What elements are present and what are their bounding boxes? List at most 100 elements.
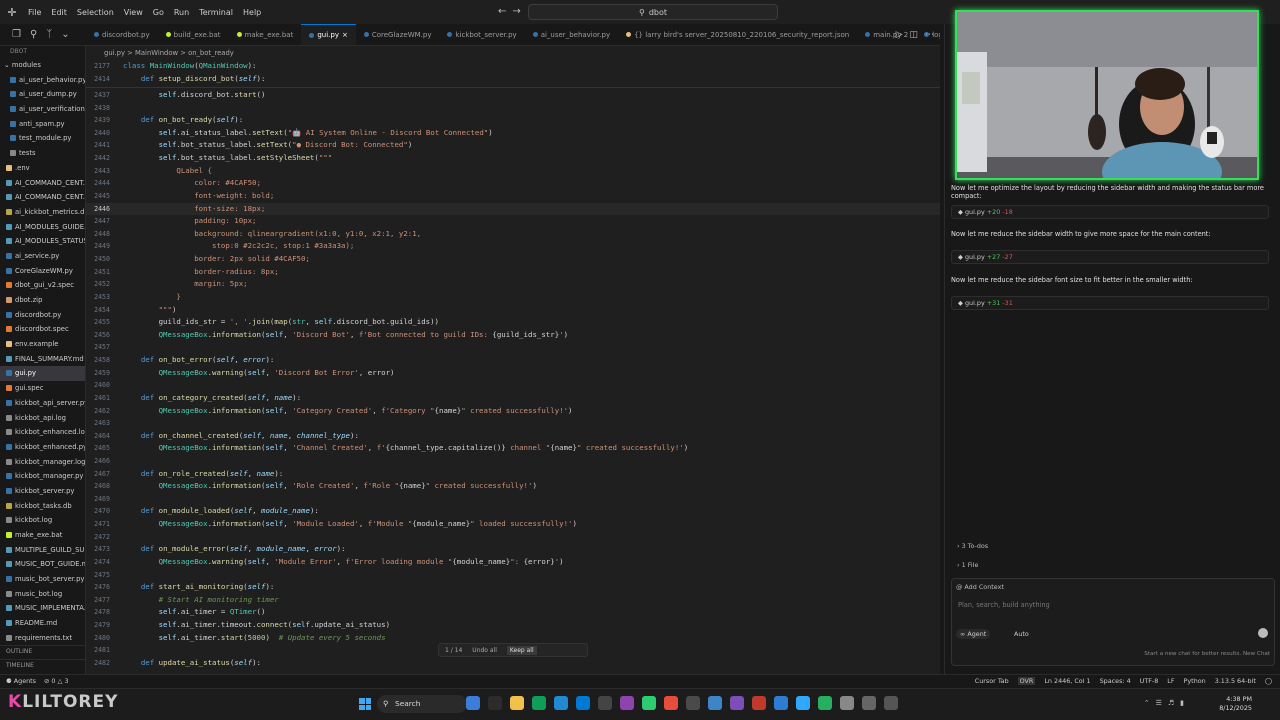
eol-setting[interactable]: LF: [1167, 677, 1174, 685]
code-line[interactable]: 2475: [86, 569, 940, 582]
edited-file-chip[interactable]: ◆ gui.py +27 -27: [951, 250, 1269, 264]
command-search-box[interactable]: ⚲ dbot: [528, 4, 778, 20]
folder-modules[interactable]: ⌄ modules: [0, 58, 85, 73]
taskbar-app-icon[interactable]: [818, 696, 832, 710]
taskbar-app-icon[interactable]: [488, 696, 502, 710]
editor-tab[interactable]: make_exe.bat: [229, 24, 302, 45]
code-line[interactable]: 2446 font-size: 18px;: [86, 202, 940, 216]
taskbar-app-icon[interactable]: [730, 696, 744, 710]
taskbar-app-icon[interactable]: [576, 696, 590, 710]
code-line[interactable]: 2459 QMessageBox.warning(self, 'Discord …: [86, 367, 940, 380]
code-line[interactable]: 2476 def start_ai_monitoring(self):: [86, 581, 940, 594]
code-line[interactable]: 2439 def on_bot_ready(self):: [86, 114, 940, 127]
editor-tab[interactable]: {} larry bird's server_20250810_220106_s…: [618, 24, 857, 45]
menu-item-help[interactable]: Help: [238, 8, 266, 17]
file-item[interactable]: dbot_gui_v2.spec: [0, 278, 85, 293]
volume-icon[interactable]: ♬: [1168, 699, 1174, 707]
overwrite-mode-indicator[interactable]: OVR: [1017, 677, 1036, 685]
files-toggle[interactable]: › 1 File: [951, 559, 1269, 571]
indentation-setting[interactable]: Spaces: 4: [1100, 677, 1131, 685]
language-mode[interactable]: Python: [1184, 677, 1206, 685]
timeline-section[interactable]: TIMELINE: [0, 659, 85, 671]
code-line[interactable]: 2473 def on_module_error(self, module_na…: [86, 543, 940, 556]
code-line[interactable]: 2449 stop:0 #2c2c2c, stop:1 #3a3a3a);: [86, 240, 940, 253]
code-line[interactable]: 2462 QMessageBox.information(self, 'Cate…: [86, 405, 940, 418]
add-context-button[interactable]: @ Add Context: [956, 583, 1004, 591]
taskbar-app-icon[interactable]: [598, 696, 612, 710]
code-line[interactable]: 2470 def on_module_loaded(self, module_n…: [86, 505, 940, 518]
code-line[interactable]: 2471 QMessageBox.information(self, 'Modu…: [86, 518, 940, 531]
file-item[interactable]: FINAL_SUMMARY.md: [0, 352, 85, 367]
file-item[interactable]: MULTIPLE_GUILD_SU...: [0, 543, 85, 558]
menu-item-view[interactable]: View: [119, 8, 148, 17]
system-clock[interactable]: 4:38 PM 8/12/2025: [1219, 695, 1252, 713]
file-item[interactable]: dbot.zip: [0, 293, 85, 308]
editor-tab[interactable]: ai_user_behavior.py: [525, 24, 618, 45]
keep-all-button[interactable]: Keep all: [506, 645, 537, 655]
outline-section[interactable]: OUTLINE: [0, 645, 85, 657]
file-item[interactable]: kickbot_api.log: [0, 411, 85, 426]
menu-item-edit[interactable]: Edit: [46, 8, 72, 17]
code-line[interactable]: 2444 color: #4CAF50;: [86, 177, 940, 190]
taskbar-app-icon[interactable]: [840, 696, 854, 710]
file-item[interactable]: AI_MODULES_GUIDE...: [0, 220, 85, 235]
taskbar-app-icon[interactable]: [532, 696, 546, 710]
source-control-icon[interactable]: ᛉ: [46, 29, 52, 40]
files-icon[interactable]: ❐: [12, 29, 21, 40]
taskbar-search[interactable]: ⚲ Search: [377, 695, 467, 713]
edited-file-chip[interactable]: ◆ gui.py +20 -18: [951, 205, 1269, 219]
sticky-line[interactable]: 2177 class MainWindow(QMainWindow):: [86, 60, 940, 73]
network-icon[interactable]: ☰: [1156, 699, 1162, 707]
sticky-line[interactable]: 2414 def setup_discord_bot(self):: [86, 73, 940, 86]
send-icon[interactable]: [1258, 628, 1268, 638]
menu-item-file[interactable]: File: [23, 8, 46, 17]
taskbar-app-icon[interactable]: [884, 696, 898, 710]
code-line[interactable]: 2463: [86, 417, 940, 430]
close-icon[interactable]: ×: [342, 24, 348, 45]
code-line[interactable]: 2477 # Start AI monitoring timer: [86, 594, 940, 607]
file-item[interactable]: music_bot_server.py: [0, 572, 85, 587]
menu-item-go[interactable]: Go: [148, 8, 169, 17]
code-line[interactable]: 2448 background: qlineargradient(x1:0, y…: [86, 228, 940, 241]
edited-file-chip[interactable]: ◆ gui.py +31 -31: [951, 296, 1269, 310]
code-line[interactable]: 2453 }: [86, 291, 940, 304]
file-item[interactable]: ai_user_dump.py: [0, 87, 85, 102]
taskbar-app-icon[interactable]: [664, 696, 678, 710]
taskbar-app-icon[interactable]: [554, 696, 568, 710]
file-item[interactable]: kickbot_api_server.py: [0, 396, 85, 411]
file-item[interactable]: ai_service.py: [0, 249, 85, 264]
code-line[interactable]: 2450 border: 2px solid #4CAF50;: [86, 253, 940, 266]
file-item[interactable]: music_bot.log: [0, 587, 85, 602]
code-line[interactable]: 2447 padding: 10px;: [86, 215, 940, 228]
file-item[interactable]: MUSIC_BOT_GUIDE.md: [0, 557, 85, 572]
file-item[interactable]: anti_spam.py: [0, 117, 85, 132]
code-line[interactable]: 2455 guild_ids_str = ', '.join(map(str, …: [86, 316, 940, 329]
agent-mode-selector[interactable]: ∞ Agent: [956, 629, 991, 639]
code-line[interactable]: 2458 def on_bot_error(self, error):: [86, 354, 940, 367]
taskbar-app-icon[interactable]: [466, 696, 480, 710]
code-line[interactable]: 2440 self.ai_status_label.setText("🤖 AI …: [86, 127, 940, 140]
taskbar-app-icon[interactable]: [510, 696, 524, 710]
file-item[interactable]: README.md: [0, 616, 85, 631]
back-arrow-icon[interactable]: ←: [498, 6, 506, 17]
file-item[interactable]: kickbot_enhanced.log: [0, 425, 85, 440]
file-item[interactable]: ai_user_behavior.py: [0, 73, 85, 88]
chat-input[interactable]: Plan, search, build anything: [958, 601, 1050, 609]
file-item[interactable]: tests: [0, 146, 85, 161]
file-item[interactable]: make_exe.bat: [0, 528, 85, 543]
menu-item-selection[interactable]: Selection: [72, 8, 119, 17]
search-icon[interactable]: ⚲: [30, 29, 37, 40]
start-menu-icon[interactable]: [359, 698, 371, 710]
file-item[interactable]: test_module.py: [0, 131, 85, 146]
new-chat-link[interactable]: New Chat: [1243, 651, 1270, 657]
menu-item-terminal[interactable]: Terminal: [194, 8, 238, 17]
code-line[interactable]: 2437 self.discord_bot.start(): [86, 89, 940, 102]
file-item[interactable]: kickbot.log: [0, 513, 85, 528]
more-icon[interactable]: ⋯: [925, 30, 934, 40]
editor-tab[interactable]: kickbot_server.py: [439, 24, 524, 45]
code-line[interactable]: 2465 QMessageBox.information(self, 'Chan…: [86, 442, 940, 455]
code-line[interactable]: 2460: [86, 379, 940, 392]
code-line[interactable]: 2469: [86, 493, 940, 506]
menu-item-run[interactable]: Run: [169, 8, 194, 17]
code-line[interactable]: 2466: [86, 455, 940, 468]
